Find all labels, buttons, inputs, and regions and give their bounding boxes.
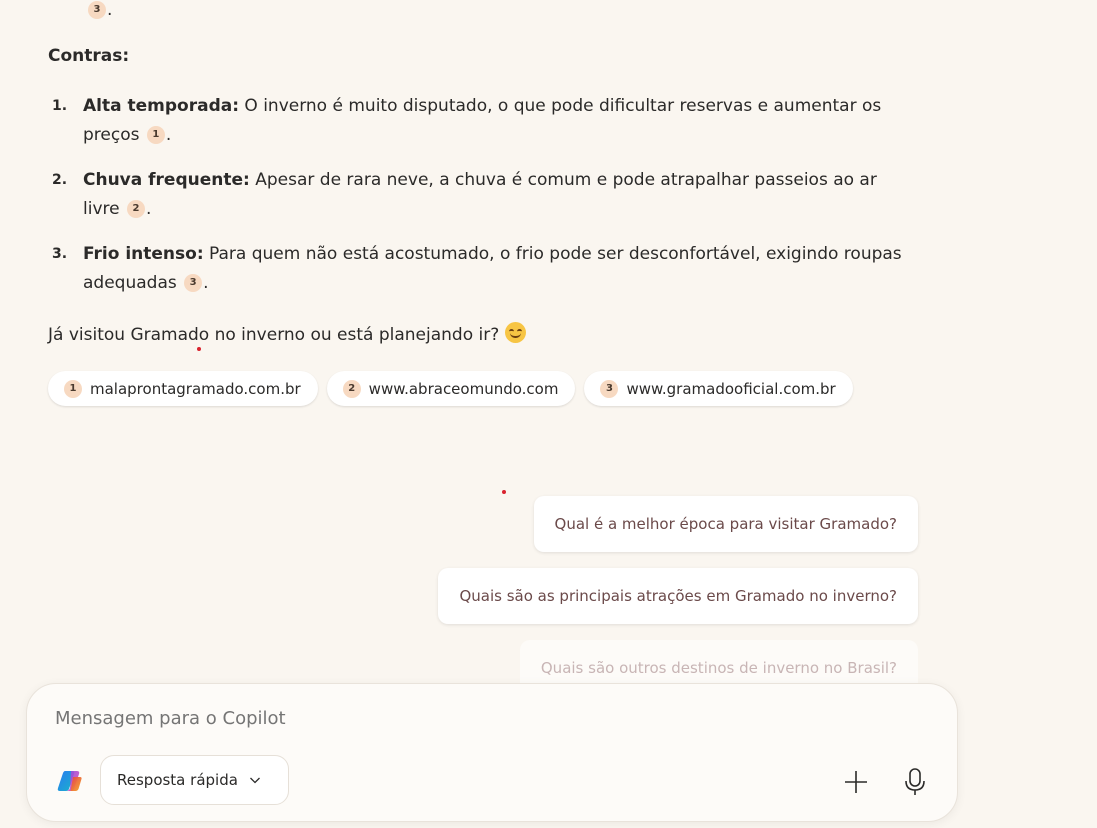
citation-badge[interactable]: 3 [88, 1, 106, 19]
item-title: Frio intenso: [83, 244, 204, 264]
item-title: Chuva frequente: [83, 170, 250, 190]
sentence-end: . [107, 0, 113, 20]
source-label: www.abraceomundo.com [368, 379, 559, 398]
list-number: 2. [52, 172, 68, 188]
source-link[interactable]: 1 malaprontagramado.com.br [48, 371, 318, 406]
item-title: Alta temporada: [83, 96, 240, 116]
cons-list: 1. Alta temporada: O inverno é muito dis… [48, 92, 908, 314]
message-input[interactable] [55, 708, 815, 729]
citation-badge[interactable]: 2 [127, 199, 145, 218]
sentence-end: . [146, 199, 152, 219]
source-label: www.gramadooficial.com.br [626, 379, 836, 398]
cursor-marker [197, 347, 201, 351]
source-label: malaprontagramado.com.br [90, 379, 301, 398]
closing-question: Já visitou Gramado no inverno ou está pl… [48, 321, 527, 349]
closing-text: Já visitou Gramado no inverno ou está pl… [48, 325, 500, 345]
smiling-face-emoji [505, 322, 527, 343]
suggestion-button[interactable]: Quais são as principais atrações em Gram… [438, 568, 918, 624]
chat-page: 3. Contras: 1. Alta temporada: O inverno… [0, 0, 1097, 828]
list-item: 3. Frio intenso: Para quem não está acos… [48, 240, 908, 298]
cons-heading: Contras: [48, 46, 130, 66]
chevron-down-icon [249, 777, 260, 784]
sources-row: 1 malaprontagramado.com.br 2 www.abraceo… [48, 371, 853, 406]
response-mode-dropdown[interactable]: Resposta rápida [100, 755, 289, 805]
microphone-icon[interactable] [903, 767, 927, 797]
previous-item-fragment: 3. [86, 0, 112, 20]
source-link[interactable]: 3 www.gramadooficial.com.br [584, 371, 853, 406]
list-number: 1. [52, 98, 68, 114]
citation-badge[interactable]: 1 [146, 125, 165, 144]
copilot-logo-icon [57, 771, 82, 791]
list-item: 1. Alta temporada: O inverno é muito dis… [48, 92, 908, 150]
list-item: 2. Chuva frequente: Apesar de rara neve,… [48, 166, 908, 224]
message-composer: Resposta rápida [26, 683, 958, 822]
plus-icon[interactable] [843, 769, 869, 795]
citation-badge: 1 [64, 379, 82, 398]
citation-badge: 3 [600, 379, 619, 398]
sentence-end: . [203, 273, 209, 293]
cursor-marker [502, 490, 506, 494]
sentence-end: . [165, 125, 172, 145]
mode-label: Resposta rápida [117, 771, 238, 789]
source-link[interactable]: 2 www.abraceomundo.com [326, 371, 576, 406]
citation-badge: 2 [342, 379, 361, 398]
list-number: 3. [52, 246, 68, 262]
suggestion-button[interactable]: Qual é a melhor época para visitar Grama… [533, 496, 918, 552]
citation-badge[interactable]: 3 [184, 273, 203, 292]
